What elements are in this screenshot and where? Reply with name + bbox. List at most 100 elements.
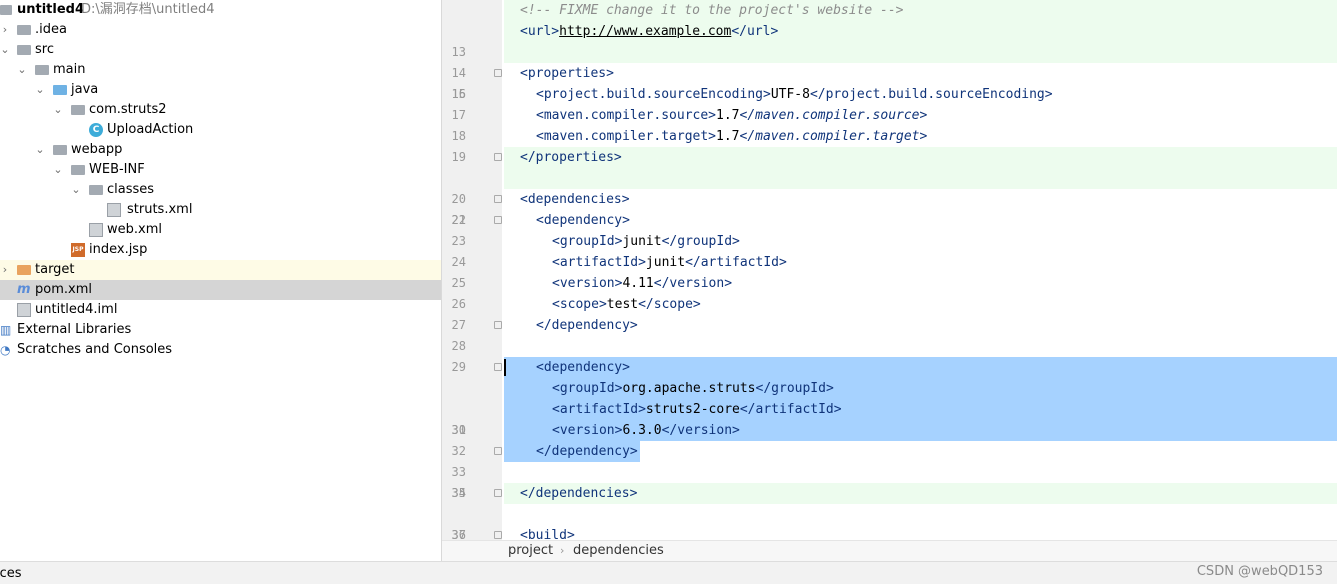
code-line: 35: [442, 462, 1337, 500]
fold-toggle-icon[interactable]: [494, 195, 502, 203]
xml-tag: <groupId>: [552, 381, 623, 396]
code-text: <!-- FIXME change it to the project's we…: [520, 0, 904, 21]
xml-value: 6.3.0: [622, 423, 662, 438]
tree-item-main[interactable]: ⌄ main: [0, 60, 441, 80]
code-line: 36 </dependencies>: [442, 483, 1337, 540]
xml-tag: <version>: [552, 276, 623, 291]
xml-tag: <scope>: [552, 297, 607, 312]
xml-tag: </artifactId>: [685, 255, 787, 270]
tree-label: Scratches and Consoles: [17, 342, 173, 357]
xml-tag: </groupId>: [661, 234, 740, 249]
project-tree-panel: untitled4 D:\漏洞存档\untitled4 › .idea ⌄ sr…: [0, 0, 442, 561]
tree-item-target[interactable]: › target: [0, 260, 441, 280]
xml-value: 1.7: [716, 129, 740, 144]
xml-value: 1.7: [716, 108, 740, 123]
fold-toggle-icon[interactable]: [494, 216, 502, 224]
watermark: CSDN @webQD153: [1196, 564, 1323, 579]
class-icon: C: [89, 123, 103, 137]
tree-label: .idea: [35, 22, 67, 37]
services-tab[interactable]: ices: [0, 562, 22, 586]
xml-value: test: [606, 297, 639, 312]
xml-tag: <artifactId>: [552, 402, 646, 417]
code-text: <properties>: [520, 63, 614, 84]
code-text: </dependency>: [536, 441, 638, 462]
code-text: <artifactId>junit</artifactId>: [552, 252, 787, 273]
xml-tag: <maven.compiler.target>: [536, 129, 717, 144]
xml-tag: </scope>: [638, 297, 701, 312]
code-line: 38 <build>: [442, 525, 1337, 540]
code-line: 31 <groupId>org.apache.struts</groupId>: [442, 378, 1337, 437]
xml-tag: <url>: [520, 24, 560, 39]
tree-item-external-libraries[interactable]: ▥ External Libraries: [0, 320, 441, 340]
tree-item-root[interactable]: untitled4 D:\漏洞存档\untitled4: [0, 0, 441, 20]
tree-label: UploadAction: [107, 122, 194, 137]
fold-toggle-icon[interactable]: [494, 447, 502, 455]
tree-label: webapp: [71, 142, 123, 157]
code-editor[interactable]: 13 <!-- FIXME change it to the project's…: [442, 0, 1337, 540]
fold-toggle-icon[interactable]: [494, 69, 502, 77]
xml-value: UTF-8: [770, 87, 810, 102]
chevron-down-icon[interactable]: ⌄: [35, 80, 45, 100]
xml-tag: </properties>: [520, 150, 622, 165]
code-text: </dependency>: [536, 315, 638, 336]
tree-item-idea[interactable]: › .idea: [0, 20, 441, 40]
code-line: 16 <properties>: [442, 63, 1337, 101]
tree-item-index-jsp[interactable]: JSP index.jsp: [0, 240, 441, 260]
code-line: 15: [442, 42, 1337, 101]
tree-item-web-xml[interactable]: web.xml: [0, 220, 441, 240]
tree-item-pom-xml[interactable]: m pom.xml: [0, 280, 441, 300]
tree-item-webinf[interactable]: ⌄ WEB-INF: [0, 160, 441, 180]
tree-item-class[interactable]: C UploadAction: [0, 120, 441, 140]
fold-toggle-icon[interactable]: [494, 489, 502, 497]
xml-tag: <dependency>: [536, 213, 630, 228]
chevron-down-icon[interactable]: ⌄: [53, 160, 63, 180]
breadcrumb-separator: ›: [560, 544, 565, 557]
folder-icon: [17, 25, 31, 35]
xml-value: struts2-core: [645, 402, 740, 417]
xml-tag: </project.build.sourceEncoding>: [809, 87, 1053, 102]
xml-tag: <groupId>: [552, 234, 623, 249]
tree-label: main: [53, 62, 86, 77]
tree-item-package[interactable]: ⌄ com.struts2: [0, 100, 441, 120]
code-line: 21: [442, 168, 1337, 227]
chevron-down-icon[interactable]: ⌄: [53, 100, 63, 120]
tree-item-src[interactable]: ⌄ src: [0, 40, 441, 60]
xml-value: 4.11: [622, 276, 654, 291]
changed-line-highlight: [504, 168, 1337, 189]
excluded-folder-icon: [17, 265, 31, 275]
xml-tag: <dependency>: [536, 360, 630, 375]
code-line: 23 <dependency>: [442, 210, 1337, 248]
tree-item-java[interactable]: ⌄ java: [0, 80, 441, 100]
code-line: 30 <dependency>: [442, 357, 1337, 437]
jsp-file-icon: JSP: [71, 243, 85, 257]
xml-tag: <build>: [520, 528, 575, 540]
chevron-down-icon[interactable]: ⌄: [35, 140, 45, 160]
xml-tag: <dependencies>: [520, 192, 630, 207]
tree-item-classes[interactable]: ⌄ classes: [0, 180, 441, 200]
tree-label: classes: [107, 182, 155, 197]
chevron-right-icon[interactable]: ›: [0, 260, 10, 280]
fold-toggle-icon[interactable]: [494, 321, 502, 329]
code-text: <groupId>junit</groupId>: [552, 231, 740, 252]
breadcrumb-item-project[interactable]: project: [508, 541, 553, 561]
xml-tag: </version>: [661, 423, 740, 438]
code-line: 13 <!-- FIXME change it to the project's…: [442, 0, 1337, 59]
tree-item-iml[interactable]: untitled4.iml: [0, 300, 441, 320]
xml-tag: </dependency>: [536, 444, 638, 459]
fold-toggle-icon[interactable]: [494, 363, 502, 371]
chevron-down-icon[interactable]: ⌄: [71, 180, 81, 200]
chevron-down-icon[interactable]: ⌄: [17, 60, 27, 80]
tree-label: java: [71, 82, 99, 97]
tree-item-struts-xml[interactable]: struts.xml: [0, 200, 441, 220]
xml-tag: <maven.compiler.source>: [536, 108, 717, 123]
tree-item-scratches[interactable]: ◔ Scratches and Consoles: [0, 340, 441, 360]
fold-toggle-icon[interactable]: [494, 531, 502, 539]
tree-item-webapp[interactable]: ⌄ webapp: [0, 140, 441, 160]
breadcrumb-item-dependencies[interactable]: dependencies: [573, 541, 664, 561]
fold-toggle-icon[interactable]: [494, 153, 502, 161]
folder-icon: [89, 185, 103, 195]
url-link[interactable]: http://www.example.com: [559, 24, 731, 39]
chevron-down-icon[interactable]: ⌄: [0, 40, 10, 60]
xml-tag: </maven.compiler.source>: [739, 108, 928, 123]
chevron-right-icon[interactable]: ›: [0, 20, 10, 40]
